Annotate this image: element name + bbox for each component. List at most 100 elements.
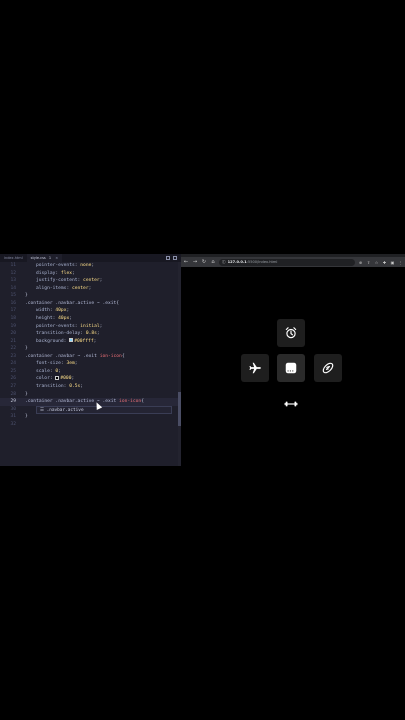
forward-icon[interactable]: → [192, 259, 198, 265]
line-number: 23 [10, 353, 16, 359]
code-token: ; [88, 285, 92, 291]
line-number: 16 [10, 300, 16, 306]
code-token: flex [60, 270, 72, 276]
code-token: scale [36, 368, 50, 374]
code-token: ; [96, 331, 100, 337]
share-icon[interactable]: ⇪ [366, 260, 371, 265]
color-swatch[interactable] [55, 375, 60, 380]
code-token: 0.8s [85, 331, 97, 337]
code-line[interactable]: 23 .container .navbar ~ .exit ion-icon{ [0, 353, 181, 361]
code-token: .container .navbar.active ~ .exit [25, 300, 117, 306]
close-icon[interactable]: × [55, 256, 58, 260]
code-text: pointer-events: none; [36, 262, 94, 270]
extensions-icon[interactable]: ✚ [382, 260, 387, 265]
code-editor[interactable]: index.html style.css 1 × 11 pointer-event… [0, 254, 181, 466]
modified-count: 1 [48, 256, 52, 260]
split-editor-icon[interactable] [166, 256, 170, 260]
editor-actions [166, 256, 181, 260]
profile-icon[interactable]: ▣ [390, 260, 395, 265]
line-number: 15 [10, 293, 16, 299]
code-token: .container .navbar ~ .exit [25, 353, 100, 359]
code-line[interactable]: 32 [0, 421, 181, 429]
code-token: } [25, 346, 28, 352]
color-swatch[interactable] [69, 338, 74, 343]
american-football-icon [322, 362, 334, 374]
address-bar[interactable]: ⓘ 127.0.0.1 :5500/index.html [219, 258, 355, 266]
code-token: width [36, 308, 50, 314]
code-line[interactable]: 13 justify-content: center; [0, 277, 181, 285]
code-area[interactable]: 11 pointer-events: none; 12 display: flex; 1… [0, 262, 181, 466]
code-line[interactable]: 25 scale: 0; [0, 368, 181, 376]
tab-style-css[interactable]: style.css 1 × [26, 254, 63, 262]
menu-icon[interactable]: ⋮ [398, 260, 403, 265]
code-line[interactable]: 19 pointer-events: initial; [0, 323, 181, 331]
code-token: #00ffff [74, 338, 94, 344]
code-token: align-items [36, 285, 67, 291]
zoom-icon[interactable]: ⊕ [358, 260, 363, 265]
alarm-button[interactable] [277, 319, 305, 347]
code-token: .container .navbar.active ~ .exit [25, 399, 120, 405]
tab-label: index.html [4, 256, 23, 260]
code-line[interactable]: 11 pointer-events: none; [0, 262, 181, 270]
american-football-button[interactable] [314, 354, 342, 382]
code-token: display [36, 270, 56, 276]
code-line[interactable]: 20 transition-delay: 0.8s; [0, 330, 181, 338]
code-token: { [116, 300, 120, 306]
code-token: ; [66, 308, 70, 314]
code-line[interactable]: 26 color: #000; [0, 375, 181, 383]
code-token: ion-icon [99, 353, 122, 359]
code-token: ; [74, 361, 78, 367]
code-token: transition-delay [36, 331, 81, 337]
code-token: ; [69, 315, 73, 321]
code-line[interactable]: 12 display: flex; [0, 270, 181, 278]
code-token: ; [99, 278, 103, 284]
code-text: align-items: center; [36, 285, 91, 293]
editor-tab-bar: index.html style.css 1 × [0, 254, 181, 262]
code-line[interactable]: 16 .container .navbar.active ~ .exit{ [0, 300, 181, 308]
code-token: ; [91, 263, 95, 268]
code-text: .container .navbar.active ~ .exit ion-ic… [25, 398, 144, 406]
line-number: 18 [10, 315, 16, 321]
code-text: .container .navbar.active ~ .exit{ [25, 300, 119, 308]
code-token: center [83, 278, 100, 284]
autocomplete-suggestion[interactable]: ☰ .navbar.active [36, 406, 172, 414]
line-number: 20 [10, 331, 16, 337]
more-actions-icon[interactable] [173, 256, 177, 260]
code-line[interactable]: 24 font-size: 3em; [0, 360, 181, 368]
code-line[interactable]: 18 height: 40px; [0, 315, 181, 323]
code-token: none [80, 263, 92, 268]
code-text: } [25, 292, 28, 300]
menu-square-button[interactable] [277, 354, 305, 382]
code-token: justify-content [36, 278, 78, 284]
code-line[interactable]: 31} [0, 413, 181, 421]
code-line[interactable]: 22} [0, 345, 181, 353]
code-line[interactable]: 27 transition: 0.5s; [0, 383, 181, 391]
code-line[interactable]: 14 align-items: center; [0, 285, 181, 293]
line-number: 14 [10, 285, 16, 291]
code-token: 0.5s [69, 384, 81, 389]
code-text: width: 40px; [36, 307, 69, 315]
code-line[interactable]: 28} [0, 391, 181, 399]
code-line[interactable]: 21 background: #00ffff; [0, 338, 181, 346]
site-info-icon[interactable]: ⓘ [222, 260, 226, 265]
browser-window: ← → ↻ ⌂ ⓘ 127.0.0.1 :5500/index.html ⊕ ⇪… [181, 254, 405, 466]
code-line[interactable]: 17 width: 40px; [0, 307, 181, 315]
dumbbell-button[interactable] [277, 390, 305, 418]
tab-index-html[interactable]: index.html [0, 254, 27, 262]
airplane-button[interactable] [241, 354, 269, 382]
code-token: 40px [55, 308, 67, 314]
reload-icon[interactable]: ↻ [201, 259, 207, 265]
code-token: { [121, 353, 125, 359]
home-icon[interactable]: ⌂ [210, 259, 216, 265]
code-line[interactable]: 15} [0, 292, 181, 300]
line-number: 28 [10, 391, 16, 397]
code-text: scale: 0; [36, 368, 61, 376]
line-number: 24 [10, 361, 16, 367]
dumbbell-icon [284, 401, 298, 407]
back-icon[interactable]: ← [183, 259, 189, 265]
line-number: 11 [10, 263, 16, 268]
airplane-icon [249, 362, 261, 374]
star-icon[interactable]: ☆ [374, 260, 379, 265]
code-line[interactable]: 29 .container .navbar.active ~ .exit ion-… [0, 398, 181, 406]
code-token: ; [99, 323, 103, 329]
